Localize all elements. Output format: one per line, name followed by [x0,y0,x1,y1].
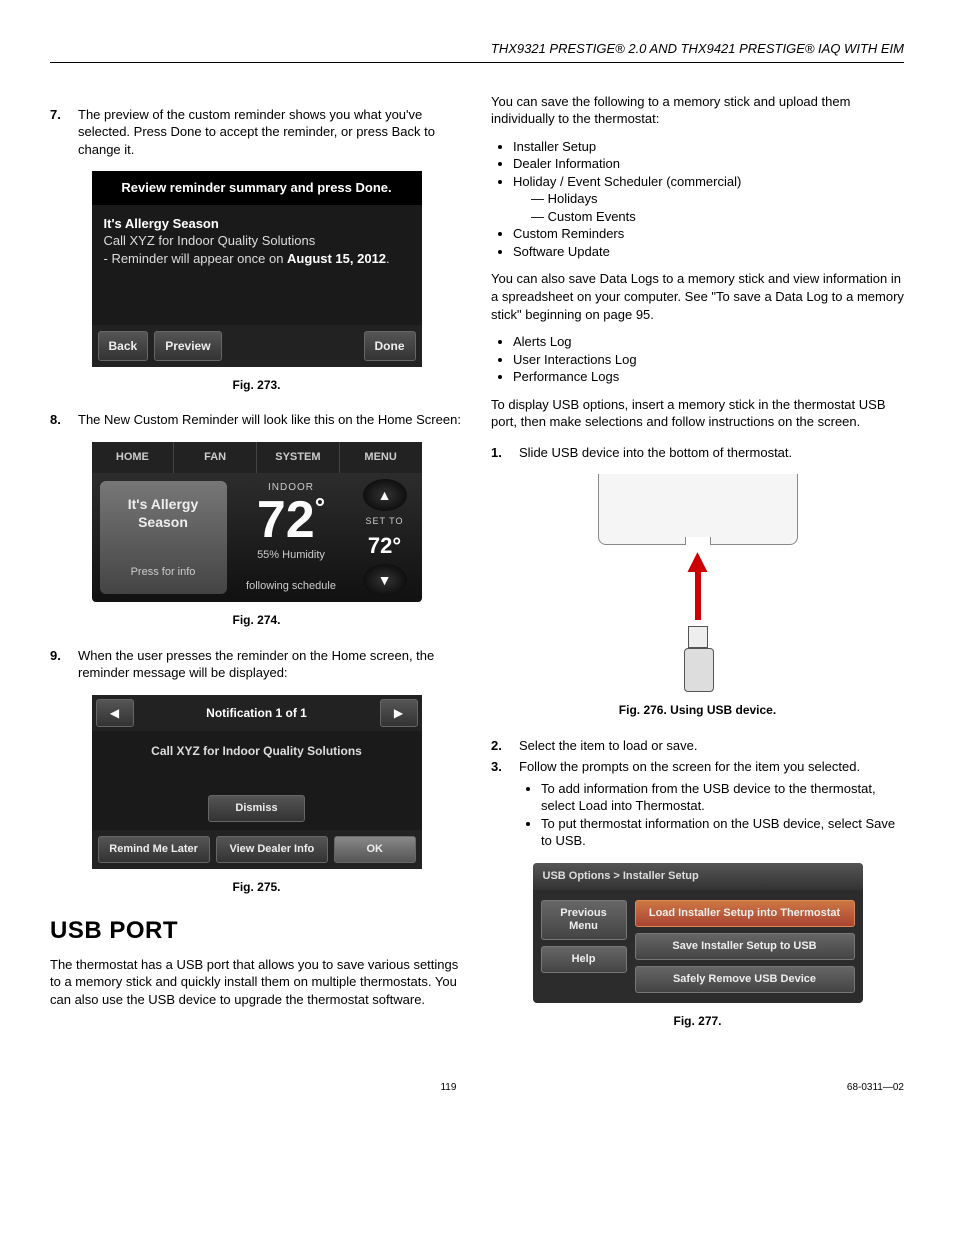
step-8-text: The New Custom Reminder will look like t… [50,411,463,429]
notification-title: Notification 1 of 1 [138,705,376,721]
tab-menu[interactable]: MENU [340,442,422,473]
fig277-caption: Fig. 277. [491,1013,904,1029]
help-button[interactable]: Help [541,946,627,973]
up-arrow-icon: ▲ [588,553,808,620]
list-item: Custom Events [531,208,904,226]
page-number: 119 [440,1081,456,1095]
humidity-value: 55% Humidity [239,548,344,563]
fig273-line2-pre: - Reminder will appear once on [104,251,288,266]
fig273-line2-bold: August 15, 2012 [287,251,386,266]
prev-arrow-icon[interactable]: ◀ [96,699,134,727]
dismiss-button[interactable]: Dismiss [208,795,304,822]
alert-title: It's Allergy Season [106,495,221,533]
temperature-value: 72 [257,491,315,549]
fig274-caption: Fig. 274. [50,612,463,628]
previous-menu-button[interactable]: Previous Menu [541,900,627,940]
list-item: Dealer Information [513,155,904,173]
alert-box[interactable]: It's Allergy Season Press for info [100,481,227,595]
set-temperature: 72° [368,531,401,561]
datalog-paragraph: You can also save Data Logs to a memory … [491,270,904,323]
step-9-text: When the user presses the reminder on th… [50,647,463,682]
list-item: Alerts Log [513,333,904,351]
list-item: Custom Reminders [513,225,904,243]
list-item: Performance Logs [513,368,904,386]
fig275-caption: Fig. 275. [50,879,463,895]
done-button[interactable]: Done [364,331,416,361]
save-intro: You can save the following to a memory s… [491,93,904,128]
fig-276-diagram: ▲ [588,474,808,692]
preview-button[interactable]: Preview [154,331,221,361]
back-button[interactable]: Back [98,331,149,361]
fig-273-screen: Review reminder summary and press Done. … [92,171,422,367]
save-installer-button[interactable]: Save Installer Setup to USB [635,933,855,960]
fig273-heading: It's Allergy Season [104,215,410,233]
list-item: Software Update [513,243,904,261]
list-item: Installer Setup [513,138,904,156]
remind-later-button[interactable]: Remind Me Later [98,836,210,863]
fig-274-screen: HOME FAN SYSTEM MENU It's Allergy Season… [92,442,422,603]
step-1-text: Slide USB device into the bottom of ther… [491,444,904,462]
list-item: User Interactions Log [513,351,904,369]
breadcrumb: USB Options > Installer Setup [533,863,863,890]
step-2-text: Select the item to load or save. [491,737,904,755]
list-item: Holidays [531,190,904,208]
usb-port-paragraph: The thermostat has a USB port that allow… [50,956,463,1009]
display-paragraph: To display USB options, insert a memory … [491,396,904,431]
usb-port-heading: USB PORT [50,915,463,947]
step-3-text: Follow the prompts on the screen for the… [491,758,904,850]
fig-275-screen: ◀ Notification 1 of 1 ▶ Call XYZ for Ind… [92,695,422,870]
notification-message: Call XYZ for Indoor Quality Solutions [92,731,422,795]
fig273-title: Review reminder summary and press Done. [92,171,422,205]
list-item: To add information from the USB device t… [541,780,904,815]
tab-system[interactable]: SYSTEM [257,442,340,473]
fig-277-screen: USB Options > Installer Setup Previous M… [533,863,863,1003]
fig273-caption: Fig. 273. [50,377,463,393]
thermostat-slot-icon [598,474,798,545]
list-item: To put thermostat information on the USB… [541,815,904,850]
temp-down-icon[interactable]: ▼ [363,564,407,596]
schedule-label: following schedule [239,579,344,594]
tab-home[interactable]: HOME [92,442,175,473]
right-column: You can save the following to a memory s… [491,93,904,1048]
usb-stick-icon [684,626,712,692]
temp-up-icon[interactable]: ▲ [363,479,407,511]
ok-button[interactable]: OK [334,836,416,863]
fig276-caption: Fig. 276. Using USB device. [491,702,904,718]
load-installer-button[interactable]: Load Installer Setup into Thermostat [635,900,855,927]
left-column: The preview of the custom reminder shows… [50,93,463,1048]
safely-remove-button[interactable]: Safely Remove USB Device [635,966,855,993]
set-to-label: SET TO [365,515,403,527]
fig273-line1: Call XYZ for Indoor Quality Solutions [104,232,410,250]
doc-number: 68-0311—02 [847,1081,904,1095]
tab-fan[interactable]: FAN [174,442,257,473]
step-7-text: The preview of the custom reminder shows… [50,106,463,159]
page-header: THX9321 PRESTIGE® 2.0 AND THX9421 PRESTI… [50,40,904,63]
next-arrow-icon[interactable]: ▶ [380,699,418,727]
view-dealer-button[interactable]: View Dealer Info [216,836,328,863]
alert-info: Press for info [106,565,221,580]
degree-symbol: ° [315,492,325,522]
list-item: Holiday / Event Scheduler (commercial) H… [513,173,904,226]
